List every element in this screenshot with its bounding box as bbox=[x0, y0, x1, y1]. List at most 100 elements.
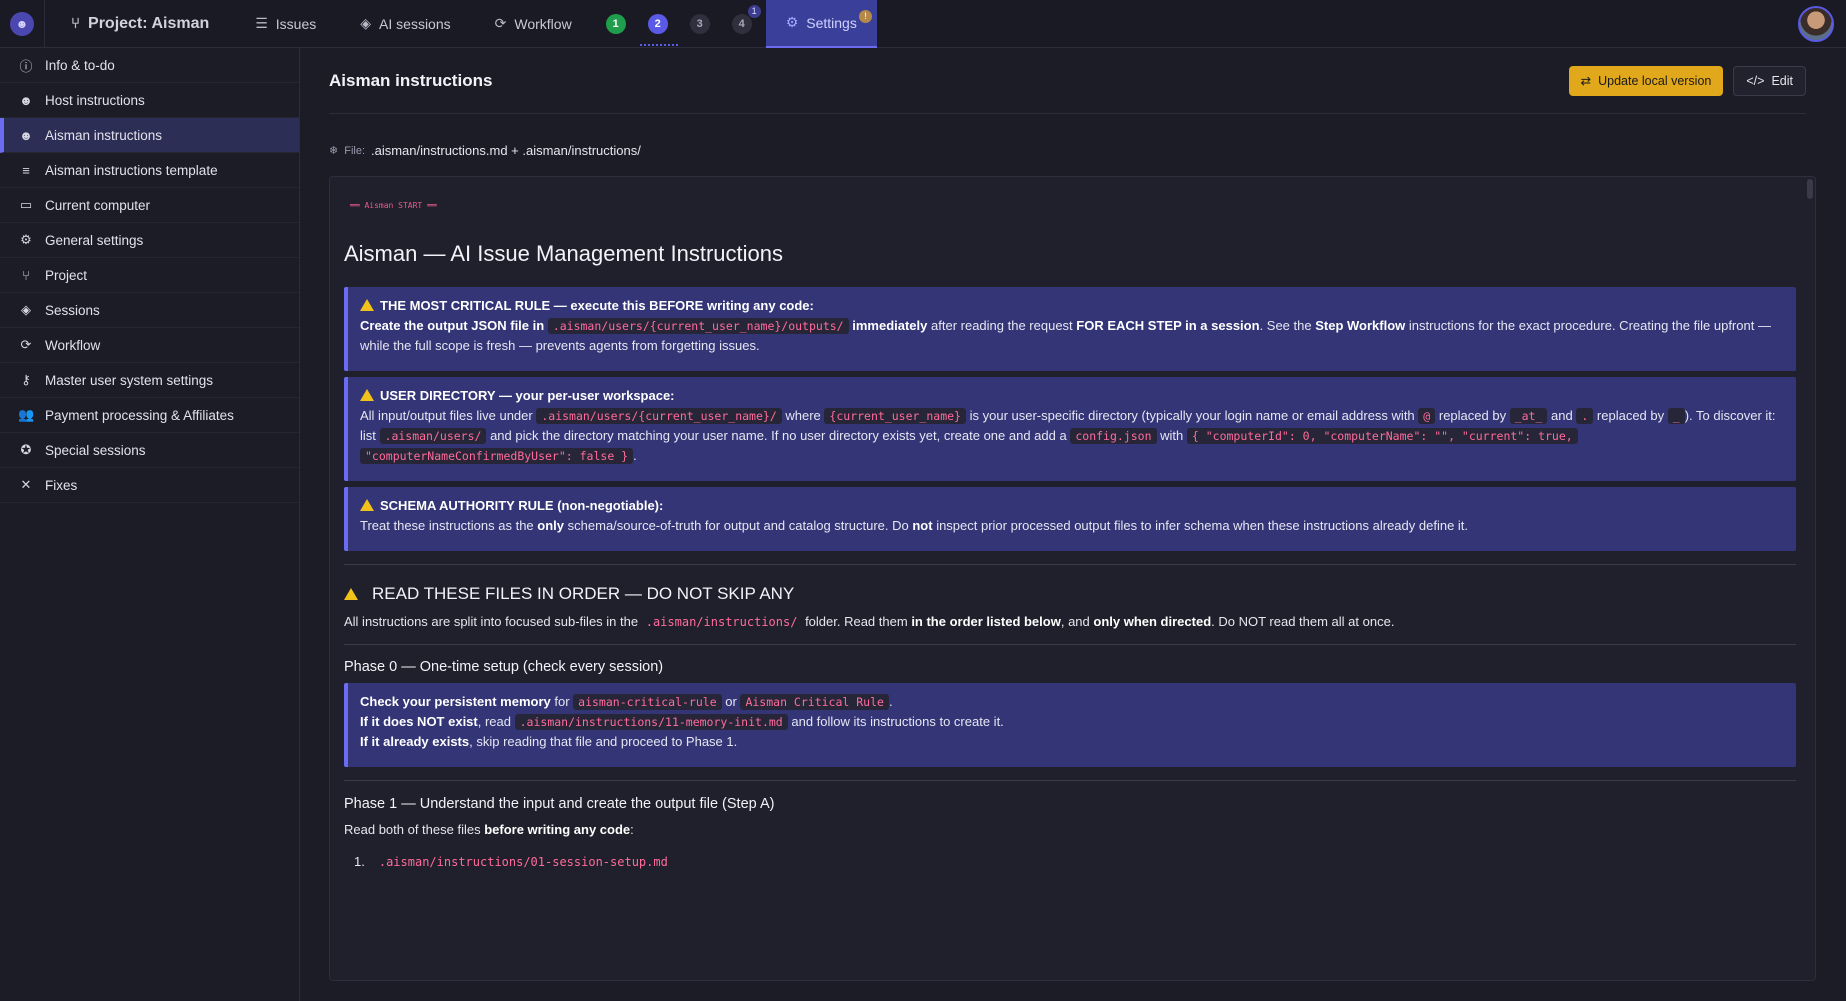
callout-title-line: SCHEMA AUTHORITY RULE (non-negotiable): bbox=[360, 496, 1784, 516]
sidebar-item-label: Workflow bbox=[45, 337, 101, 353]
text: where bbox=[785, 408, 821, 423]
edit-button[interactable]: </> Edit bbox=[1733, 65, 1806, 96]
project-title[interactable]: ⑂ Project: Aisman bbox=[45, 0, 233, 48]
text: for bbox=[554, 694, 570, 709]
tab-issues[interactable]: ☰ Issues bbox=[233, 0, 338, 48]
text: replaced by bbox=[1438, 408, 1507, 423]
avatar[interactable] bbox=[1798, 6, 1834, 42]
inline-code: .aisman/instructions/11-memory-init.md bbox=[514, 714, 788, 730]
instructions-document[interactable]: ══ Aisman START ══ Aisman — AI Issue Man… bbox=[329, 176, 1816, 981]
layers-icon: ◈ bbox=[360, 15, 372, 31]
step-4[interactable]: 4 1 bbox=[731, 0, 761, 48]
info-icon: ⓘ bbox=[19, 58, 33, 74]
tab-settings-label: Settings bbox=[806, 14, 857, 31]
callout-title: SCHEMA AUTHORITY RULE (non-negotiable): bbox=[380, 498, 664, 513]
file-path-line: ❄ File: .aisman/instructions.md + .aisma… bbox=[329, 143, 641, 158]
project-title-label: Project: Aisman bbox=[88, 14, 210, 32]
callout-title-line: USER DIRECTORY — your per-user workspace… bbox=[360, 386, 1784, 406]
callout-body: Treat these instructions as the only sch… bbox=[360, 516, 1784, 536]
text: in the order listed below bbox=[911, 614, 1061, 629]
text: , read bbox=[477, 714, 511, 729]
update-button-label: Update local version bbox=[1598, 73, 1712, 88]
sidebar-item-payment-affiliates[interactable]: 👥 Payment processing & Affiliates bbox=[0, 398, 299, 433]
sidebar-item-info[interactable]: ⓘ Info & to-do bbox=[0, 48, 299, 83]
tab-ai-sessions[interactable]: ◈ AI sessions bbox=[338, 0, 472, 48]
text: only bbox=[537, 518, 565, 533]
file-link[interactable]: .aisman/instructions/01-session-setup.md bbox=[375, 855, 672, 869]
step-3[interactable]: 3 bbox=[689, 0, 710, 48]
sidebar-item-project[interactable]: ⑂ Project bbox=[0, 258, 299, 293]
tab-workflow-label: Workflow bbox=[514, 15, 572, 32]
text: instructions for the exact procedure. Cr… bbox=[1408, 318, 1690, 333]
sidebar-item-label: Fixes bbox=[45, 477, 78, 493]
users-icon: 👥 bbox=[18, 407, 35, 422]
robot-icon: ☻ bbox=[19, 92, 33, 108]
list-item: 1. .aisman/instructions/01-session-setup… bbox=[354, 854, 672, 869]
sidebar-item-fixes[interactable]: ✕ Fixes bbox=[0, 468, 299, 503]
scrollbar[interactable] bbox=[1807, 179, 1813, 199]
gear-icon: ⚙ bbox=[785, 14, 799, 30]
text: FOR EACH STEP in a session bbox=[1076, 318, 1260, 333]
warning-icon bbox=[360, 389, 374, 401]
warning-icon bbox=[360, 499, 374, 511]
gear-icon: ⚙ bbox=[20, 232, 32, 247]
inline-code: aisman-critical-rule bbox=[573, 694, 722, 710]
read-order-heading-text: READ THESE FILES IN ORDER — DO NOT SKIP … bbox=[372, 584, 795, 603]
sidebar-item-label: Sessions bbox=[45, 302, 100, 318]
callout-title: THE MOST CRITICAL RULE — execute this BE… bbox=[380, 298, 814, 313]
inline-code: { "computerId": 0, "computerName": "", "… bbox=[1186, 428, 1578, 444]
sidebar-item-host-instructions[interactable]: ☻ Host instructions bbox=[0, 83, 299, 118]
text: , skip reading that file and proceed to … bbox=[469, 734, 738, 749]
robot-logo-icon: ☻ bbox=[10, 11, 34, 36]
sidebar-item-general-settings[interactable]: ⚙ General settings bbox=[0, 223, 299, 258]
text: Read both of these files bbox=[344, 822, 481, 837]
sidebar-item-label: Info & to-do bbox=[45, 57, 115, 73]
sidebar-item-label: Master user system settings bbox=[45, 372, 214, 388]
file-path: .aisman/instructions.md + .aisman/instru… bbox=[371, 143, 641, 158]
app-logo[interactable]: ☻ bbox=[0, 0, 44, 48]
text: : bbox=[630, 822, 634, 837]
sidebar-item-instructions-template[interactable]: ≡ Aisman instructions template bbox=[0, 153, 299, 188]
project-icon: ⑂ bbox=[22, 267, 30, 283]
tab-workflow[interactable]: ⟳ Workflow bbox=[473, 0, 594, 48]
text: inspect prior processed output files to … bbox=[936, 518, 1469, 533]
text: . bbox=[633, 448, 637, 463]
sidebar-item-current-computer[interactable]: ▭ Current computer bbox=[0, 188, 299, 223]
text: and pick the directory matching your use… bbox=[490, 428, 1067, 443]
sidebar-item-label: Special sessions bbox=[45, 442, 146, 458]
callout-title-line: THE MOST CRITICAL RULE — execute this BE… bbox=[360, 296, 1784, 316]
inline-code: _ bbox=[1667, 408, 1685, 424]
sidebar-item-label: General settings bbox=[45, 232, 144, 248]
text: . Do NOT read them all at once. bbox=[1211, 614, 1395, 629]
divider bbox=[344, 780, 1796, 781]
top-navigation: ☻ ⑂ Project: Aisman ☰ Issues ◈ AI sessio… bbox=[0, 0, 1846, 48]
file-label: File: bbox=[344, 144, 365, 157]
callout-title: USER DIRECTORY — your per-user workspace… bbox=[380, 388, 675, 403]
warning-icon bbox=[344, 588, 358, 600]
text: is your user-specific directory (typical… bbox=[969, 408, 1415, 423]
sidebar-item-label: Aisman instructions bbox=[45, 127, 163, 143]
code-icon: </> bbox=[1746, 73, 1765, 88]
user-directory-callout: USER DIRECTORY — your per-user workspace… bbox=[344, 377, 1796, 481]
text: . bbox=[888, 694, 893, 709]
sidebar-item-master-user-settings[interactable]: ⚷ Master user system settings bbox=[0, 363, 299, 398]
phase-1-paragraph: Read both of these files before writing … bbox=[344, 820, 634, 840]
text: folder. Read them bbox=[805, 614, 908, 629]
step-1[interactable]: 1 bbox=[605, 0, 626, 48]
sidebar-item-special-sessions[interactable]: ✪ Special sessions bbox=[0, 433, 299, 468]
page-title: Aisman instructions bbox=[329, 70, 493, 90]
critical-rule-callout: THE MOST CRITICAL RULE — execute this BE… bbox=[344, 287, 1796, 371]
memory-check-callout: Check your persistent memory for aisman-… bbox=[344, 683, 1796, 767]
settings-warning-badge: ! bbox=[858, 9, 872, 23]
sidebar-item-sessions[interactable]: ◈ Sessions bbox=[0, 293, 299, 328]
update-local-version-button[interactable]: ⇄ Update local version bbox=[1568, 65, 1724, 96]
sidebar-item-aisman-instructions[interactable]: ☻ Aisman instructions bbox=[0, 118, 299, 153]
text: Treat these instructions as the bbox=[360, 518, 534, 533]
text: Check your persistent memory bbox=[360, 694, 551, 709]
tab-issues-label: Issues bbox=[275, 15, 317, 32]
text: with bbox=[1160, 428, 1184, 443]
main-content: Aisman instructions ⇄ Update local versi… bbox=[301, 48, 1846, 1001]
step-2[interactable]: 2 bbox=[639, 0, 678, 48]
tab-settings[interactable]: ⚙ Settings ! bbox=[765, 0, 877, 48]
sidebar-item-workflow[interactable]: ⟳ Workflow bbox=[0, 328, 299, 363]
